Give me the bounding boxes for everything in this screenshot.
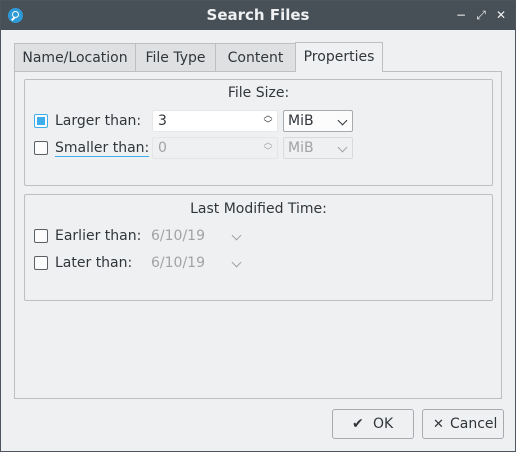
smaller-than-label: Smaller than: [55,140,150,157]
minimize-icon[interactable]: − [453,7,469,23]
spin-arrows-icon[interactable]: ︿ ﹀ [263,112,273,130]
titlebar[interactable]: Search Files − ⤢ ✕ [1,1,515,30]
ok-label: OK [373,416,394,432]
larger-than-unit: MiB [288,113,314,129]
smaller-than-unit-select[interactable]: MiB [283,137,353,159]
larger-than-checkbox[interactable] [34,114,48,128]
earlier-than-date-value: 6/10/19 [151,228,205,244]
maximize-icon[interactable]: ⤢ [473,7,489,23]
tab-content[interactable]: Content [215,43,296,71]
later-than-date-value: 6/10/19 [151,255,205,271]
close-icon[interactable]: ✕ [493,7,509,23]
chevron-down-icon [231,230,242,241]
larger-than-value: 3 [158,113,167,129]
chevron-down-icon [231,257,242,268]
checkmark-icon: ✔ [352,416,364,432]
chevron-down-icon [337,142,348,153]
smaller-than-spinbox[interactable]: 0 ︿ ﹀ [152,137,278,159]
file-size-group: File Size: [24,79,493,186]
cancel-button[interactable]: ✕ Cancel [422,409,504,439]
file-size-title: File Size: [227,85,290,101]
smaller-than-unit: MiB [288,140,314,156]
earlier-than-date[interactable]: 6/10/19 [146,225,247,247]
close-icon: ✕ [433,417,444,432]
larger-than-spinbox[interactable]: 3 ︿ ﹀ [152,110,278,132]
search-files-dialog: Search Files − ⤢ ✕ Name/Location File Ty… [0,0,516,452]
later-than-date[interactable]: 6/10/19 [146,252,247,274]
tab-file-type[interactable]: File Type [135,43,216,71]
smaller-than-value: 0 [158,140,167,156]
cancel-label: Cancel [450,416,498,432]
larger-than-unit-select[interactable]: MiB [283,110,353,132]
larger-than-label: Larger than: [55,113,142,129]
tab-name-location[interactable]: Name/Location [14,43,136,71]
last-modified-group: Last Modified Time: [24,194,493,301]
tab-properties[interactable]: Properties [295,42,383,72]
spin-arrows-icon[interactable]: ︿ ﹀ [263,139,273,157]
last-modified-title: Last Modified Time: [190,201,327,217]
later-than-checkbox[interactable] [34,256,48,270]
earlier-than-label: Earlier than: [55,228,142,244]
later-than-label: Later than: [55,255,133,271]
chevron-down-icon [337,115,348,126]
earlier-than-checkbox[interactable] [34,229,48,243]
window-title: Search Files [206,6,310,24]
ok-button[interactable]: ✔ OK [332,409,414,439]
smaller-than-checkbox[interactable] [34,141,48,155]
